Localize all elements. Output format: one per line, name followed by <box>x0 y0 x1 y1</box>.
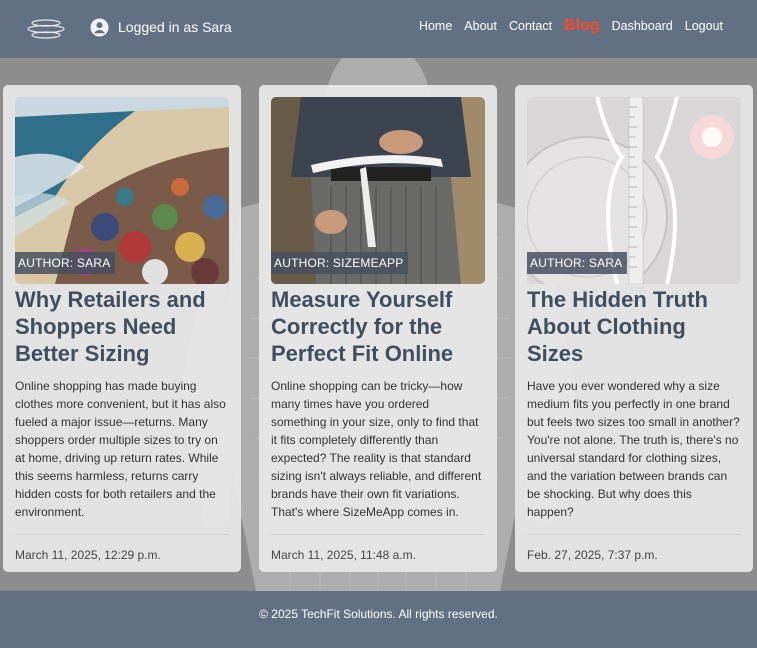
post-excerpt: Online shopping has made buying clothes … <box>15 379 226 519</box>
copyright-text: © 2025 TechFit Solutions. All rights res… <box>259 607 498 621</box>
nav-about[interactable]: About <box>464 19 497 33</box>
body-outline-ruler-image[interactable]: AUTHOR: SARA <box>527 97 741 284</box>
post-title[interactable]: Measure Yourself Correctly for the Perfe… <box>271 286 485 367</box>
blog-card[interactable]: AUTHOR: SARA Why Retailers and Shoppers … <box>3 85 241 572</box>
post-title[interactable]: Why Retailers and Shoppers Need Better S… <box>15 286 229 367</box>
divider <box>271 534 485 535</box>
post-date: Feb. 27, 2025, 7:37 p.m. <box>527 548 658 562</box>
beach-clothing-waste-image[interactable]: AUTHOR: SARA <box>15 97 229 284</box>
post-title[interactable]: The Hidden Truth About Clothing Sizes <box>527 286 741 367</box>
nav-logout[interactable]: Logout <box>685 19 723 33</box>
user-avatar-icon <box>90 18 109 37</box>
author-badge: AUTHOR: SARA <box>15 252 116 274</box>
nav-contact[interactable]: Contact <box>509 19 552 33</box>
post-excerpt: Online shopping can be tricky—how many t… <box>271 379 482 519</box>
nav-blog[interactable]: Blog <box>564 17 600 35</box>
post-date: March 11, 2025, 11:48 a.m. <box>271 548 416 562</box>
nav-home[interactable]: Home <box>419 19 452 33</box>
post-excerpt: Have you ever wondered why a size medium… <box>527 379 740 519</box>
blog-card[interactable]: AUTHOR: SIZEMEAPP Measure Yourself Corre… <box>259 85 497 572</box>
divider <box>527 534 741 535</box>
blog-card[interactable]: AUTHOR: SARA The Hidden Truth About Clot… <box>515 85 753 572</box>
logo-icon[interactable] <box>26 15 66 43</box>
waist-measuring-tape-image[interactable]: AUTHOR: SIZEMEAPP <box>271 97 485 284</box>
post-date: March 11, 2025, 12:29 p.m. <box>15 548 161 562</box>
author-badge: AUTHOR: SARA <box>527 252 628 274</box>
author-badge: AUTHOR: SIZEMEAPP <box>271 252 409 274</box>
footer: © 2025 TechFit Solutions. All rights res… <box>0 591 757 648</box>
divider <box>15 534 229 535</box>
top-navbar: Logged in as Sara Home About Contact Blo… <box>0 0 757 58</box>
main-nav: Home About Contact Blog Dashboard Logout <box>407 17 723 35</box>
logged-in-label: Logged in as Sara <box>118 19 232 35</box>
nav-dashboard[interactable]: Dashboard <box>612 19 673 33</box>
